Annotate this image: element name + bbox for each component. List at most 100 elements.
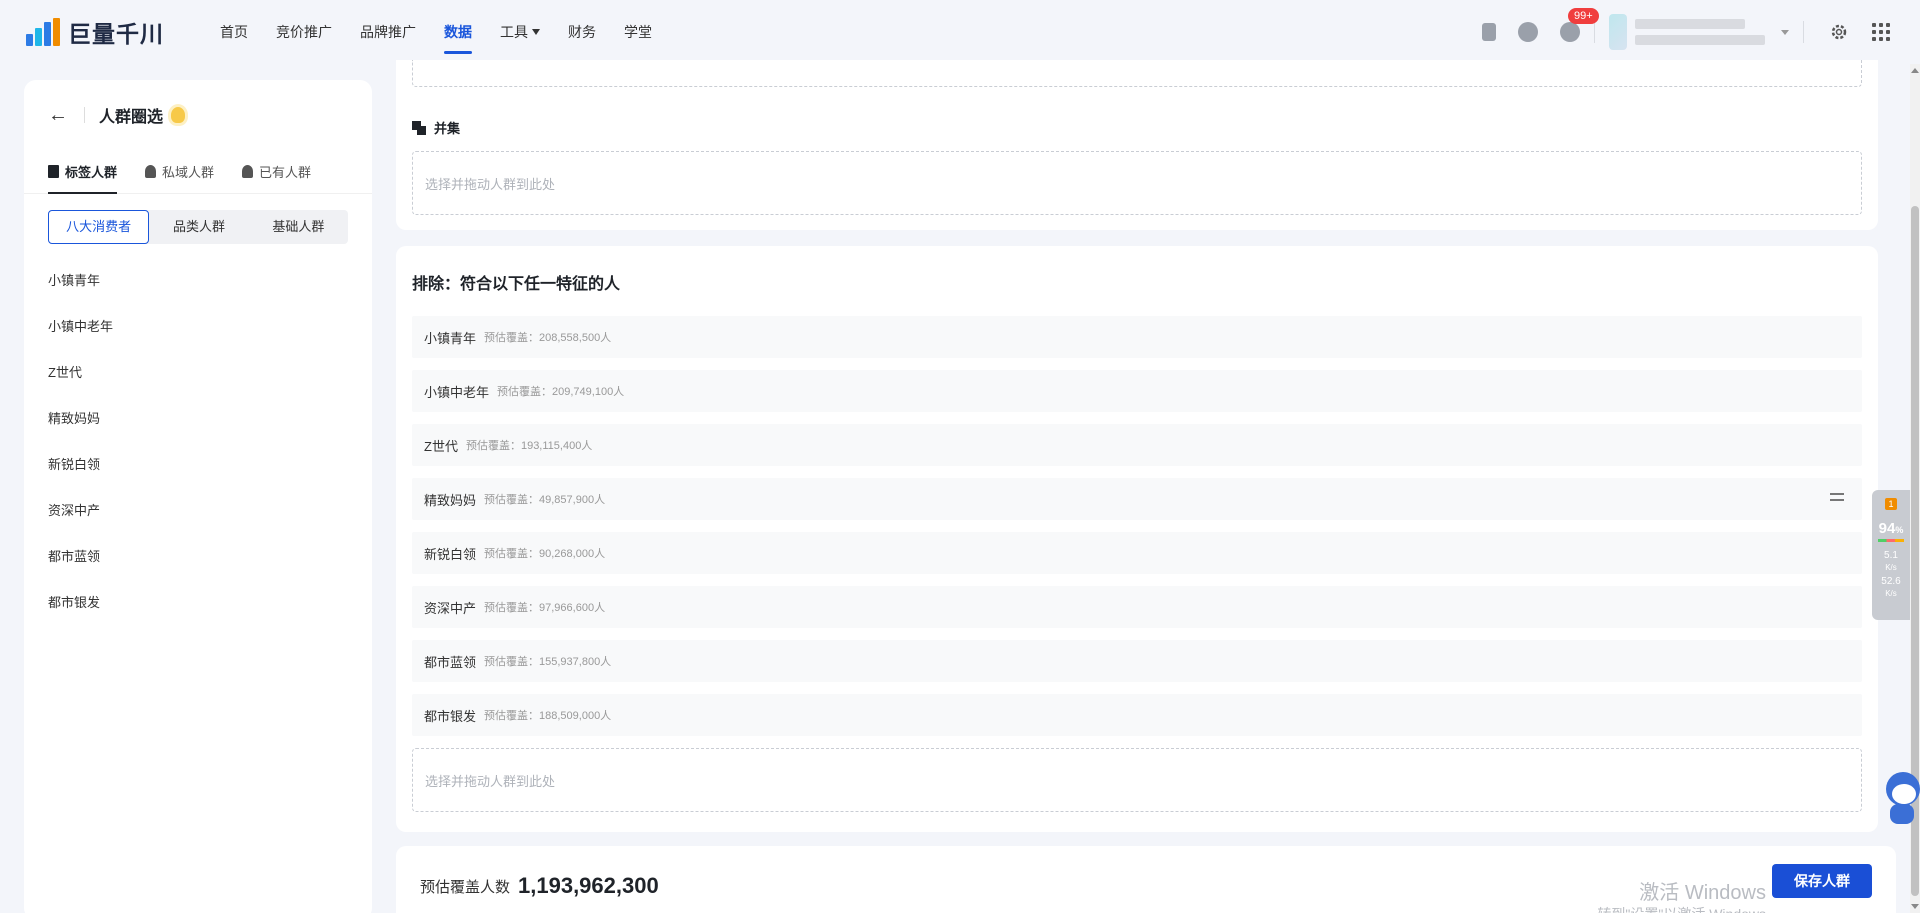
audience-tabs: 标签人群 私域人群 已有人群 [24, 150, 372, 194]
scroll-up-icon[interactable] [1911, 68, 1919, 73]
tab-existing-audience[interactable]: 已有人群 [242, 150, 311, 194]
top-right-actions: 99+ [1460, 0, 1920, 64]
audience-name: 资深中产 [424, 600, 477, 616]
windows-activation-subtext: 转到"设置"以激活 Windows [1597, 904, 1766, 913]
segment-basic-audience[interactable]: 基础人群 [249, 210, 348, 244]
list-item[interactable]: Z世代 [24, 350, 372, 396]
list-item[interactable]: 都市蓝领 [24, 534, 372, 580]
union-drop-wrapper: 选择并拖动人群到此处 [396, 151, 1878, 215]
lightbulb-icon[interactable] [171, 107, 186, 123]
divider [1803, 21, 1804, 43]
tab-label: 已有人群 [259, 165, 312, 180]
settings-icon[interactable] [1830, 23, 1848, 41]
nav-label: 财务 [568, 24, 596, 40]
speed-unit: K/s [1885, 589, 1897, 598]
help-icon[interactable] [1518, 22, 1538, 42]
list-item[interactable]: 小镇青年 [24, 258, 372, 304]
exclude-row[interactable]: 都市蓝领 预估覆盖：155,937,800人 [412, 640, 1862, 682]
widget-status-bar [1878, 539, 1904, 542]
union-card: 并集 选择并拖动人群到此处 [396, 60, 1878, 230]
audience-name: 精致妈妈 [424, 492, 477, 508]
nav-item-data[interactable]: 数据 [430, 0, 486, 64]
drop-zone-previous[interactable] [412, 60, 1862, 87]
logo-text: 巨量千川 [68, 21, 164, 47]
user-account[interactable] [1609, 14, 1789, 50]
tab-private-audience[interactable]: 私域人群 [145, 150, 214, 194]
nav-item-home[interactable]: 首页 [206, 0, 262, 64]
estimated-coverage-label: 预估覆盖人数 [420, 878, 511, 896]
audience-coverage: 预估覆盖：188,509,000人 [484, 710, 612, 722]
nav-label: 工具 [500, 24, 528, 40]
back-arrow-icon[interactable]: ← [48, 104, 68, 127]
windows-activation-watermark: 激活 Windows [1639, 882, 1766, 904]
notification-badge: 99+ [1568, 8, 1599, 24]
audience-name: 新锐白领 [424, 546, 477, 562]
top-navigation-bar: 巨量千川 首页 竞价推广 品牌推广 数据 工具 财务 学堂 99+ [0, 0, 1920, 64]
exclude-drop-zone[interactable]: 选择并拖动人群到此处 [412, 748, 1862, 812]
upload-value: 5.1 [1884, 550, 1898, 561]
list-item[interactable]: 小镇中老年 [24, 304, 372, 350]
audience-coverage: 预估覆盖：97,966,600人 [484, 602, 606, 614]
scroll-down-icon[interactable] [1911, 904, 1919, 909]
mascot-body [1890, 804, 1914, 824]
bookmark-icon [48, 165, 59, 178]
tab-tag-audience[interactable]: 标签人群 [48, 150, 118, 194]
apps-grid-icon[interactable] [1872, 23, 1890, 41]
nav-label: 数据 [444, 24, 472, 40]
nav-item-academy[interactable]: 学堂 [610, 0, 666, 64]
segment-eight-consumers[interactable]: 八大消费者 [48, 210, 150, 244]
list-item[interactable]: 资深中产 [24, 488, 372, 534]
widget-badge: 1 [1885, 498, 1897, 510]
exclude-row[interactable]: 新锐白领 预估覆盖：90,268,000人 [412, 532, 1862, 574]
union-drop-zone[interactable]: 选择并拖动人群到此处 [412, 151, 1862, 215]
chevron-down-icon [1781, 29, 1789, 35]
divider [1594, 21, 1595, 43]
percent-value: 94 [1878, 520, 1896, 537]
message-icon[interactable]: 99+ [1560, 8, 1599, 42]
percent-unit: % [1895, 525, 1904, 535]
exclude-row[interactable]: Z世代 预估覆盖：193,115,400人 [412, 424, 1862, 466]
main-nav: 首页 竞价推广 品牌推广 数据 工具 财务 学堂 [206, 0, 666, 64]
exclude-row[interactable]: 精致妈妈 预估覆盖：49,857,900人 [412, 478, 1862, 520]
download-value: 52.6 [1881, 576, 1901, 587]
exclude-row[interactable]: 资深中产 预估覆盖：97,966,600人 [412, 586, 1862, 628]
exclude-row[interactable]: 小镇青年 预估覆盖：208,558,500人 [412, 316, 1862, 358]
user-info-blurred [1635, 19, 1765, 45]
panel-title: 人群圈选 [99, 109, 164, 126]
footer-summary-bar: 预估覆盖人数 1,193,962,300 激活 Windows 转到"设置"以激… [396, 846, 1896, 913]
list-item[interactable]: 新锐白领 [24, 442, 372, 488]
drop-placeholder: 选择并拖动人群到此处 [425, 773, 556, 789]
nav-item-brand[interactable]: 品牌推广 [346, 0, 430, 64]
audience-name: 都市蓝领 [424, 654, 477, 670]
union-section-title: 并集 [412, 118, 460, 137]
union-label: 并集 [434, 121, 461, 136]
nav-label: 品牌推广 [360, 24, 416, 40]
exclude-card: 排除：符合以下任一特征的人 小镇青年 预估覆盖：208,558,500人 小镇中… [396, 246, 1878, 832]
audience-coverage: 预估覆盖：155,937,800人 [484, 656, 612, 668]
nav-item-finance[interactable]: 财务 [554, 0, 610, 64]
tab-label: 私域人群 [162, 165, 215, 180]
save-audience-button[interactable]: 保存人群 [1772, 864, 1872, 898]
assistant-mascot-icon[interactable] [1880, 772, 1920, 826]
logo-mark-icon [26, 18, 60, 46]
exclude-row[interactable]: 都市银发 预估覆盖：188,509,000人 [412, 694, 1862, 736]
nav-label: 竞价推广 [276, 24, 332, 40]
nav-item-tools[interactable]: 工具 [486, 0, 554, 64]
logo[interactable]: 巨量千川 [26, 15, 176, 49]
audience-list: 小镇青年 小镇中老年 Z世代 精致妈妈 新锐白领 资深中产 都市蓝领 都市银发 [24, 258, 372, 626]
audience-coverage: 预估覆盖：90,268,000人 [484, 548, 606, 560]
tab-label: 标签人群 [65, 165, 118, 180]
exclude-section-title: 排除：符合以下任一特征的人 [412, 276, 621, 293]
list-item[interactable]: 都市银发 [24, 580, 372, 626]
list-item[interactable]: 精致妈妈 [24, 396, 372, 442]
widget-percent: 94% [1872, 520, 1910, 537]
exclude-row[interactable]: 小镇中老年 预估覆盖：209,749,100人 [412, 370, 1862, 412]
drag-handle-icon[interactable] [1830, 493, 1844, 505]
document-icon[interactable] [1482, 23, 1496, 41]
segment-category-audience[interactable]: 品类人群 [149, 210, 248, 244]
network-monitor-widget[interactable]: 1 94% 5.1 K/s 52.6 K/s [1872, 490, 1910, 620]
download-speed: 52.6 K/s [1872, 576, 1910, 600]
speed-unit: K/s [1885, 563, 1897, 572]
estimated-coverage-value: 1,193,962,300 [518, 873, 659, 898]
nav-item-bidding[interactable]: 竞价推广 [262, 0, 346, 64]
